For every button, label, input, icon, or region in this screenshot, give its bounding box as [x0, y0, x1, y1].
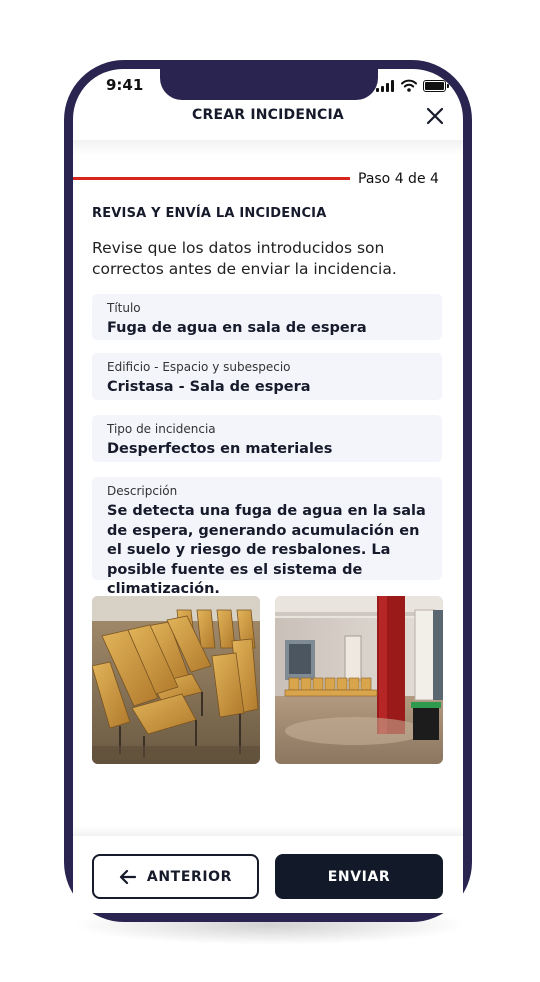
field-label: Tipo de incidencia [107, 422, 216, 436]
field-title: Título Fuga de agua en sala de espera [92, 294, 442, 340]
field-description: Descripción Se detecta una fuga de agua … [92, 477, 442, 597]
field-label: Título [107, 301, 141, 315]
field-type: Tipo de incidencia Desperfectos en mater… [92, 415, 442, 462]
field-value: Cristasa - Sala de espera [107, 379, 311, 395]
step-indicator: Paso 4 de 4 [358, 171, 439, 187]
field-label: Edificio - Espacio y subespecio [107, 360, 291, 374]
send-button[interactable]: ENVIAR [275, 854, 443, 899]
phone-notch [160, 60, 378, 100]
incident-photo-room[interactable] [275, 596, 443, 764]
field-value: Fuga de agua en sala de espera [107, 320, 367, 336]
previous-button[interactable]: ANTERIOR [92, 854, 259, 899]
wifi-icon [401, 79, 417, 92]
battery-icon [423, 80, 449, 92]
field-building: Edificio - Espacio y subespecio Cristasa… [92, 353, 442, 400]
section-title: REVISA Y ENVÍA LA INCIDENCIA [92, 206, 327, 221]
intro-text: Revise que los datos introducidos son co… [92, 239, 397, 278]
incident-photo-chairs[interactable] [92, 596, 260, 764]
status-time: 9:41 [106, 76, 144, 94]
previous-button-label: ANTERIOR [146, 868, 233, 885]
field-label: Descripción [107, 484, 178, 498]
send-button-label: ENVIAR [327, 868, 391, 885]
signal-icon [376, 80, 396, 92]
arrow-left-icon [119, 869, 137, 884]
page-title: CREAR INCIDENCIA [192, 107, 344, 123]
field-value: Se detecta una fuga de agua en la sala d… [107, 503, 426, 597]
header-divider [73, 140, 463, 156]
close-icon[interactable] [424, 105, 446, 127]
progress-bar [73, 177, 350, 180]
field-value: Desperfectos en materiales [107, 441, 333, 457]
